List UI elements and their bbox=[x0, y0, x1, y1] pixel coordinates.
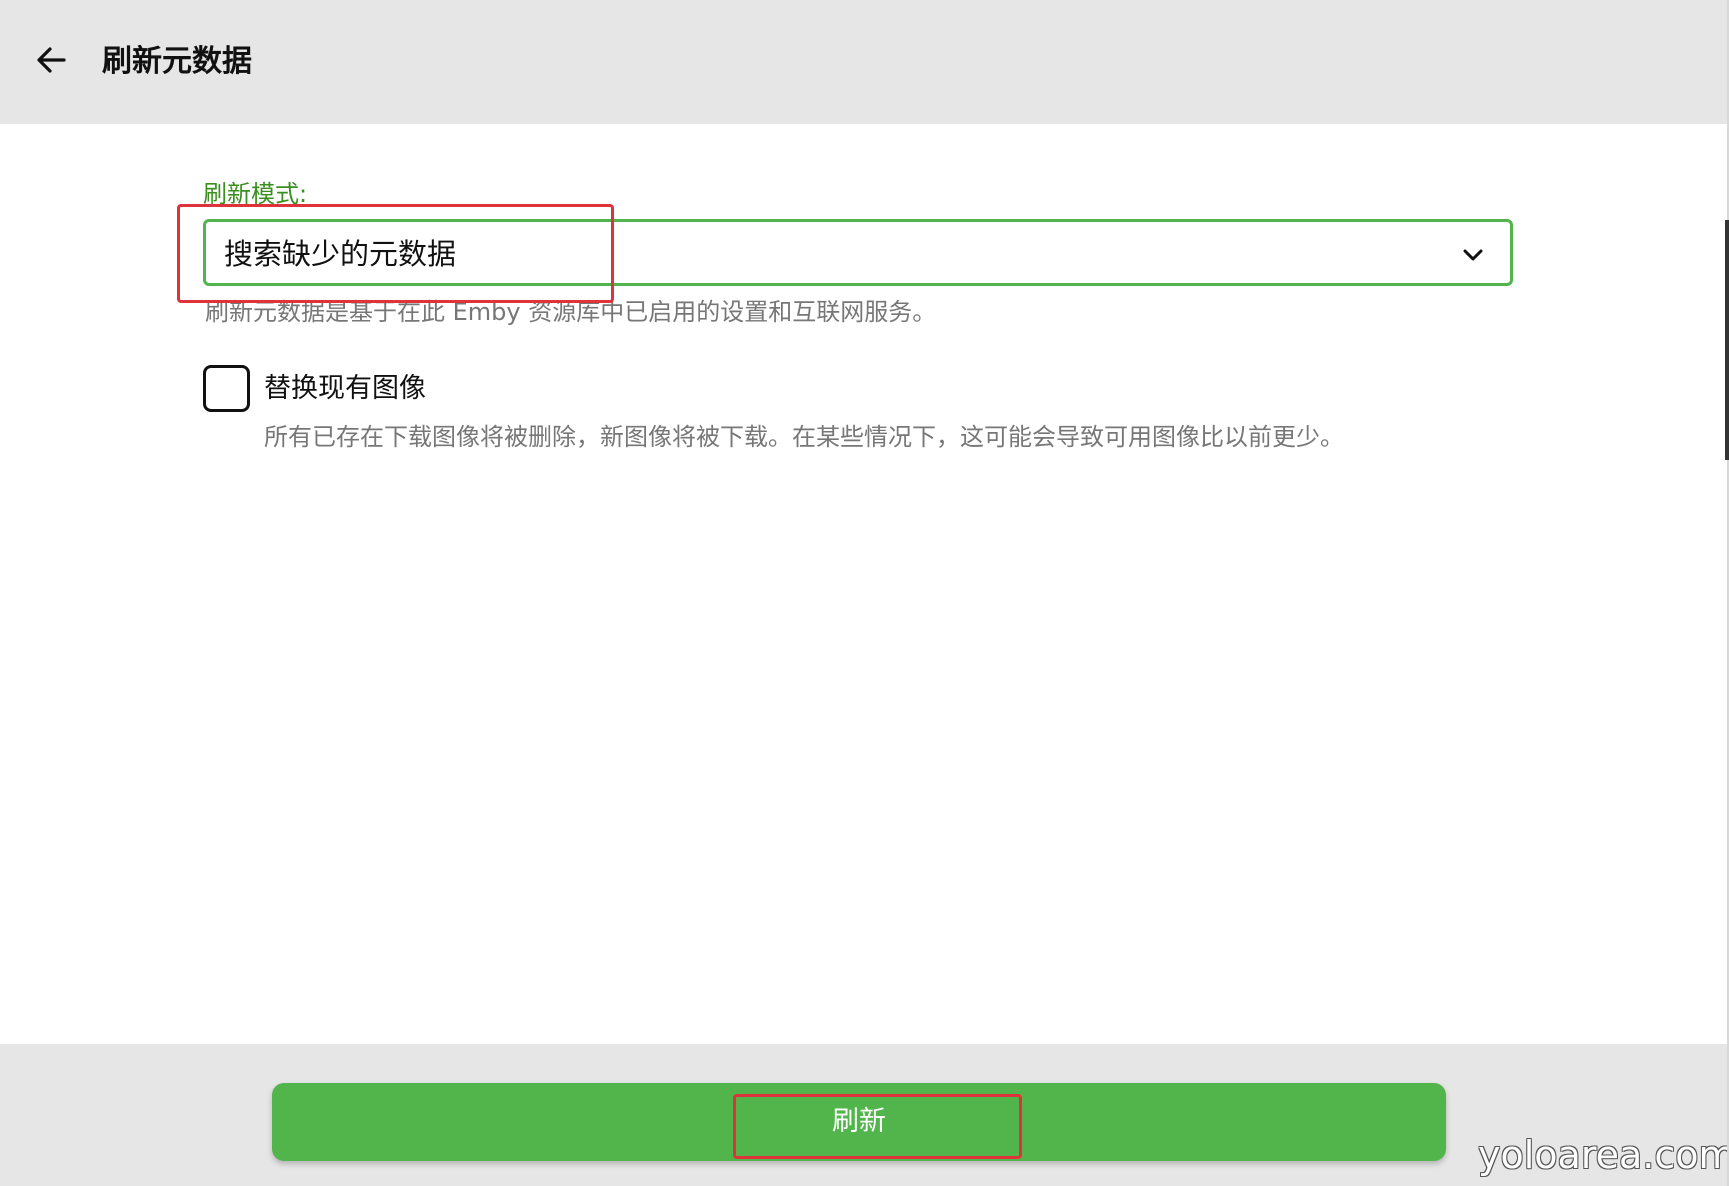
refresh-button-label: 刷新 bbox=[832, 1106, 886, 1137]
refresh-metadata-dialog: 刷新元数据 刷新模式: 搜索缺少的元数据 刷新元数据是基于在此 Emby 资源库… bbox=[0, 0, 1729, 1186]
refresh-mode-description: 刷新元数据是基于在此 Emby 资源库中已启用的设置和互联网服务。 bbox=[205, 298, 937, 326]
background-window-sliver bbox=[1725, 220, 1729, 460]
refresh-mode-value: 搜索缺少的元数据 bbox=[224, 237, 457, 271]
replace-images-label[interactable]: 替换现有图像 bbox=[264, 370, 426, 408]
arrow-left-icon bbox=[37, 47, 66, 73]
replace-images-checkbox[interactable] bbox=[203, 365, 250, 412]
dialog-header: 刷新元数据 bbox=[0, 0, 1727, 124]
refresh-mode-select[interactable]: 搜索缺少的元数据 bbox=[203, 219, 1513, 286]
watermark-text: yoloarea.com bbox=[1478, 1133, 1729, 1177]
page-title: 刷新元数据 bbox=[102, 44, 252, 79]
chevron-down-icon bbox=[1460, 242, 1486, 268]
refresh-mode-label: 刷新模式: bbox=[203, 180, 308, 208]
replace-images-description: 所有已存在下载图像将被删除，新图像将被下载。在某些情况下，这可能会导致可用图像比… bbox=[264, 423, 1344, 451]
back-button[interactable] bbox=[30, 38, 74, 82]
refresh-button[interactable]: 刷新 bbox=[272, 1083, 1446, 1161]
